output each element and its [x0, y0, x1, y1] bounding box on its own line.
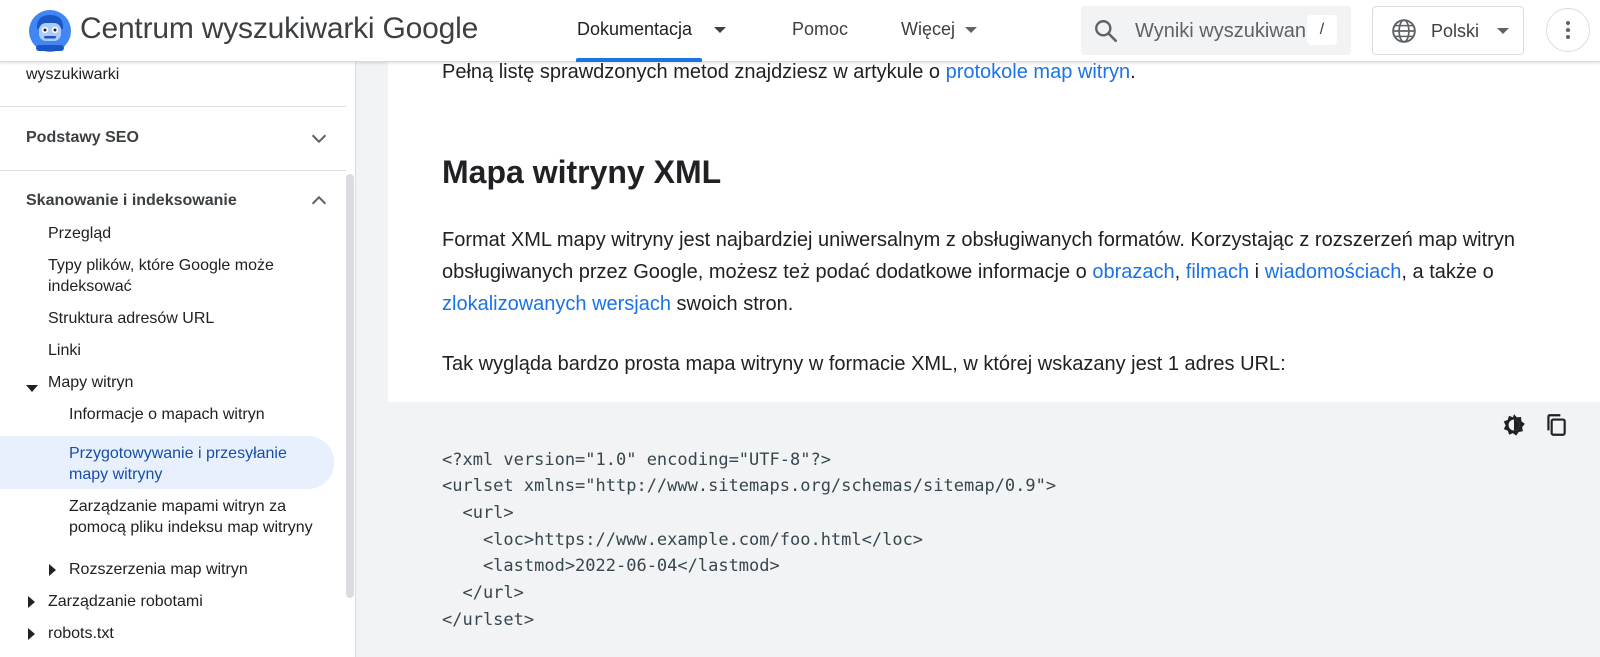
section-heading: Mapa witryny XML [442, 154, 722, 190]
xml-format-paragraph: Format XML mapy witryny jest najbardziej… [442, 224, 1567, 320]
nav-tab-dokumentacja[interactable]: Dokumentacja [577, 19, 727, 40]
chevron-down-icon [965, 26, 978, 33]
sidebar-item-linki[interactable]: Linki [48, 340, 81, 361]
sidebar-section-skanowanie[interactable]: Skanowanie i indeksowanie [26, 192, 237, 210]
nav-tab-label: Pomoc [792, 19, 849, 39]
sidebar-item-przeglad[interactable]: Przegląd [48, 223, 111, 244]
para-text: , a także o [1401, 261, 1494, 283]
nav-tab-label: Dokumentacja [577, 19, 693, 39]
sidebar-item-mapy-witryn[interactable]: Mapy witryn [48, 372, 133, 393]
code-line: <loc>https://www.example.com/foo.html</l… [442, 530, 924, 550]
copy-icon[interactable] [1543, 412, 1569, 438]
more-vert-icon [1566, 21, 1570, 39]
chevron-down-icon [1497, 28, 1509, 34]
sidebar-item-przygotowywanie[interactable]: Przygotowywanie i przesyłanie mapy witry… [69, 443, 329, 485]
language-selector[interactable]: Polski [1372, 6, 1524, 55]
code-line: <url> [442, 503, 514, 523]
content-gutter [356, 62, 388, 657]
sidebar-item-rozszerzenia[interactable]: Rozszerzenia map witryn [69, 559, 248, 580]
para-text: i [1249, 261, 1265, 283]
para-text: swoich stron. [670, 293, 794, 315]
more-options-button[interactable] [1546, 8, 1590, 52]
search-box[interactable]: Wyniki wyszukiwania / [1081, 6, 1351, 55]
sidebar-item-struktura-url[interactable]: Struktura adresów URL [48, 308, 214, 329]
site-title[interactable]: Centrum wyszukiwarki Google [80, 12, 478, 46]
collapse-arrow-icon[interactable] [28, 596, 35, 608]
para-text: , [1174, 261, 1186, 283]
sidebar-nav: wyszukiwarki Podstawy SEO Skanowanie i i… [0, 62, 356, 657]
example-intro-paragraph: Tak wygląda bardzo prosta mapa witryny w… [442, 353, 1286, 375]
nav-tab-wiecej[interactable]: Więcej [901, 19, 978, 40]
sidebar-section-podstawy-seo[interactable]: Podstawy SEO [26, 129, 139, 147]
sidebar-item-zarzadzanie-robotami[interactable]: Zarządzanie robotami [48, 591, 203, 612]
dark-mode-toggle-icon[interactable] [1501, 412, 1527, 438]
chevron-down-icon [714, 26, 727, 33]
nav-tab-label: Więcej [901, 19, 956, 39]
link-obrazach[interactable]: obrazach [1092, 261, 1174, 283]
code-line: <urlset xmlns="http://www.sitemaps.org/s… [442, 476, 1057, 496]
code-block[interactable]: <?xml version="1.0" encoding="UTF-8"?> <… [388, 402, 1600, 657]
link-wiadomosciach[interactable]: wiadomościach [1265, 261, 1402, 283]
chevron-down-icon[interactable] [308, 127, 330, 149]
language-label: Polski [1431, 21, 1480, 41]
sidebar-divider [0, 106, 346, 107]
google-search-central-logo[interactable] [28, 9, 72, 53]
sidebar-item-informacje[interactable]: Informacje o mapach witryn [69, 404, 265, 425]
globe-icon [1392, 19, 1416, 43]
code-line: </urlset> [442, 610, 535, 630]
expand-arrow-icon[interactable] [26, 385, 38, 392]
code-line: <?xml version="1.0" encoding="UTF-8"?> [442, 450, 831, 470]
top-app-bar: Centrum wyszukiwarki Google Dokumentacja… [0, 0, 1600, 62]
sidebar-item-indeks-map[interactable]: Zarządzanie mapami witryn za pomocą plik… [69, 496, 329, 538]
nav-tab-pomoc[interactable]: Pomoc [792, 19, 848, 40]
sidebar-item-typy-plikow[interactable]: Typy plików, które Google może indeksowa… [48, 255, 318, 297]
search-shortcut-key: / [1307, 15, 1337, 45]
intro-text: Pełną listę sprawdzonych metod znajdzies… [442, 61, 946, 83]
code-line: </url> [442, 583, 524, 603]
link-filmach[interactable]: filmach [1186, 261, 1249, 283]
link-protokol-map[interactable]: protokole map witryn [946, 61, 1131, 83]
active-tab-indicator [576, 58, 702, 62]
collapse-arrow-icon[interactable] [28, 628, 35, 640]
search-icon[interactable] [1093, 18, 1119, 44]
collapse-arrow-icon[interactable] [49, 564, 56, 576]
link-zlokalizowanych-wersjach[interactable]: zlokalizowanych wersjach [442, 293, 671, 315]
sidebar-divider [0, 170, 346, 171]
sidebar-item-robots-txt[interactable]: robots.txt [48, 623, 114, 644]
intro-text-end: . [1130, 61, 1136, 83]
chevron-up-icon[interactable] [308, 190, 330, 212]
code-line: <lastmod>2022-06-04</lastmod> [442, 556, 780, 576]
search-input[interactable]: Wyniki wyszukiwania [1135, 20, 1313, 43]
sidebar-item-partial[interactable]: wyszukiwarki [26, 64, 119, 85]
sidebar-scrollbar[interactable] [346, 174, 354, 598]
main-content: Pełną listę sprawdzonych metod znajdzies… [388, 61, 1600, 657]
